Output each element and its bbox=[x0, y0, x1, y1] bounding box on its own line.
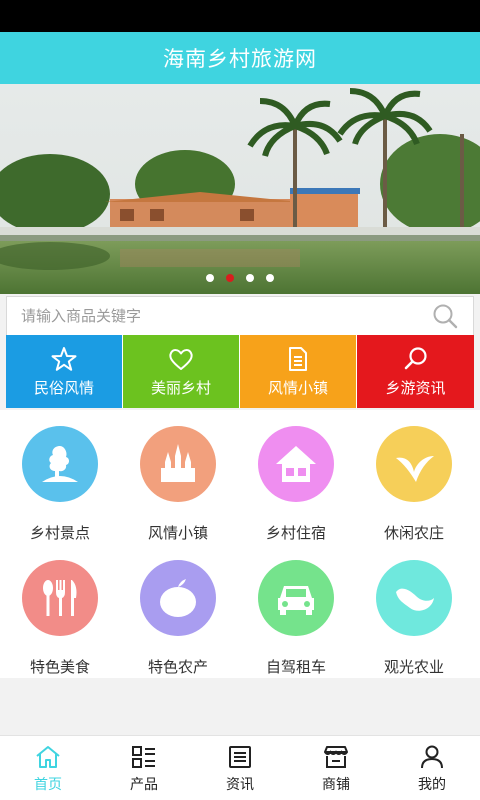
quick-link-label: 美丽乡村 bbox=[150, 379, 211, 397]
page-title: 海南乡村旅游网 bbox=[0, 32, 480, 84]
document-icon bbox=[289, 347, 307, 371]
leaf-icon bbox=[376, 426, 452, 502]
quick-links: 民俗风情 美丽乡村 风情小镇 乡游资讯 bbox=[6, 335, 474, 408]
category-label: 乡村景点 bbox=[29, 524, 90, 542]
search-bar bbox=[6, 296, 474, 336]
town-icon bbox=[140, 426, 216, 502]
home-icon bbox=[36, 745, 60, 768]
tab-label: 首页 bbox=[34, 776, 62, 793]
tab-label: 产品 bbox=[130, 776, 158, 793]
scenic-spot-icon bbox=[22, 426, 98, 502]
category-village-stay[interactable]: 乡村住宿 bbox=[236, 426, 356, 543]
quick-link-label: 民俗风情 bbox=[33, 379, 94, 397]
category-label: 特色美食 bbox=[29, 658, 90, 676]
quick-link-travel-news[interactable]: 乡游资讯 bbox=[357, 335, 474, 408]
category-car-rental[interactable]: 自驾租车 bbox=[236, 560, 356, 677]
carousel-indicators bbox=[0, 274, 480, 282]
category-label: 特色农产 bbox=[147, 658, 208, 676]
tab-shops[interactable]: 商铺 bbox=[288, 736, 384, 800]
tab-label: 我的 bbox=[418, 776, 446, 793]
quick-link-beautiful-village[interactable]: 美丽乡村 bbox=[123, 335, 240, 408]
category-leisure-farm[interactable]: 休闲农庄 bbox=[354, 426, 474, 543]
banner-carousel[interactable] bbox=[0, 84, 480, 294]
fruit-icon bbox=[140, 560, 216, 636]
carousel-dot-active[interactable] bbox=[226, 274, 234, 282]
quick-link-label: 乡游资讯 bbox=[385, 379, 446, 397]
status-bar bbox=[0, 0, 480, 32]
category-label: 休闲农庄 bbox=[383, 524, 444, 542]
banner-image bbox=[0, 84, 480, 294]
tab-products[interactable]: 产品 bbox=[96, 736, 192, 800]
carousel-dot[interactable] bbox=[266, 274, 274, 282]
category-label: 乡村住宿 bbox=[265, 524, 326, 542]
user-icon bbox=[421, 745, 443, 768]
category-agri-tourism[interactable]: 观光农业 bbox=[354, 560, 474, 677]
category-local-food[interactable]: 特色美食 bbox=[0, 560, 120, 677]
shop-icon bbox=[324, 745, 348, 768]
tab-news[interactable]: 资讯 bbox=[192, 736, 288, 800]
category-style-town[interactable]: 风情小镇 bbox=[118, 426, 238, 543]
category-local-produce[interactable]: 特色农产 bbox=[118, 560, 238, 677]
category-scenic-spots[interactable]: 乡村景点 bbox=[0, 426, 120, 543]
product-list-icon bbox=[132, 745, 155, 768]
news-icon bbox=[229, 745, 251, 768]
tab-label: 商铺 bbox=[322, 776, 350, 793]
category-label: 风情小镇 bbox=[147, 524, 208, 542]
search-icon bbox=[404, 347, 427, 370]
category-label: 观光农业 bbox=[383, 658, 444, 676]
quick-link-folk-customs[interactable]: 民俗风情 bbox=[6, 335, 123, 408]
category-label: 自驾租车 bbox=[265, 658, 326, 676]
search-icon[interactable] bbox=[431, 302, 459, 330]
tab-home[interactable]: 首页 bbox=[0, 736, 96, 800]
tab-label: 资讯 bbox=[226, 776, 254, 793]
search-input[interactable] bbox=[21, 307, 431, 325]
star-icon bbox=[51, 347, 77, 371]
carousel-dot[interactable] bbox=[246, 274, 254, 282]
category-grid: 乡村景点 风情小镇 乡村住宿 休闲农庄 特色美食 特色农产 自驾租车 观光农业 bbox=[0, 410, 480, 678]
quick-link-label: 风情小镇 bbox=[267, 379, 328, 397]
house-icon bbox=[258, 426, 334, 502]
car-icon bbox=[258, 560, 334, 636]
bottom-tab-bar: 首页 产品 资讯 商铺 我的 bbox=[0, 735, 480, 800]
bean-icon bbox=[376, 560, 452, 636]
heart-icon bbox=[169, 349, 193, 370]
tab-mine[interactable]: 我的 bbox=[384, 736, 480, 800]
carousel-dot[interactable] bbox=[206, 274, 214, 282]
cutlery-icon bbox=[22, 560, 98, 636]
quick-link-style-town[interactable]: 风情小镇 bbox=[240, 335, 357, 408]
